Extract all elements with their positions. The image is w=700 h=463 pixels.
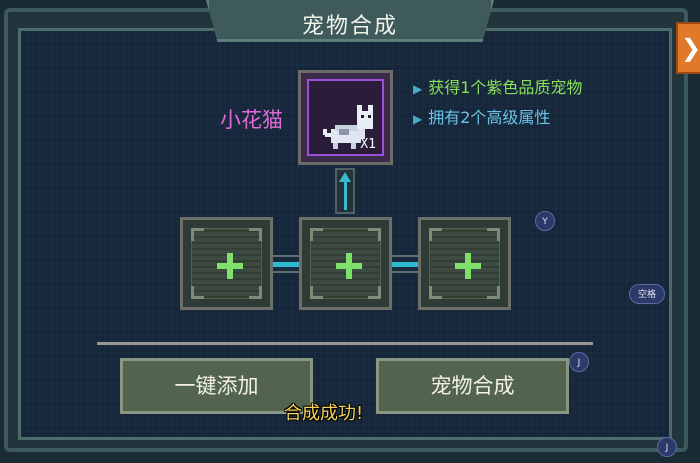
key-hint-j-bottom: J — [657, 437, 677, 457]
key-hint-y: Y — [535, 211, 555, 231]
key-hint-space: 空格 — [629, 284, 665, 304]
combine-button[interactable]: 宠物合成 — [376, 358, 569, 414]
material-slot-1[interactable] — [180, 217, 273, 310]
bullet-triangle-icon: ▶ — [413, 82, 423, 96]
divider — [97, 342, 593, 345]
result-slot-frame: X1 — [307, 79, 384, 156]
info-line-purple-quality: ▶ 获得1个紫色品质宠物 — [413, 78, 583, 97]
material-slot-3[interactable] — [418, 217, 511, 310]
success-toast: 合成成功! — [284, 403, 364, 424]
key-hint-j: J — [569, 352, 589, 372]
close-button[interactable]: ❯ — [676, 22, 700, 74]
bullet-triangle-icon: ▶ — [413, 112, 423, 126]
slot-connector — [392, 255, 418, 273]
pet-name: 小花猫 — [220, 108, 283, 132]
info-line-attributes: ▶ 拥有2个高级属性 — [413, 108, 551, 127]
pet-count: X1 — [360, 137, 376, 152]
close-icon: ❯ — [681, 34, 700, 62]
slot-connector — [273, 255, 299, 273]
window-title: 宠物合成 — [301, 14, 398, 39]
game-window: 宠物合成 ❯ 小花猫 X1 ▶ 获得1个紫色品质宠物 ▶ 拥有2个高级属性 一键… — [0, 0, 700, 463]
material-slot-2[interactable] — [299, 217, 392, 310]
merge-up-arrow — [335, 168, 355, 214]
arrow-up-icon — [339, 172, 351, 182]
result-slot[interactable]: X1 — [298, 70, 393, 165]
